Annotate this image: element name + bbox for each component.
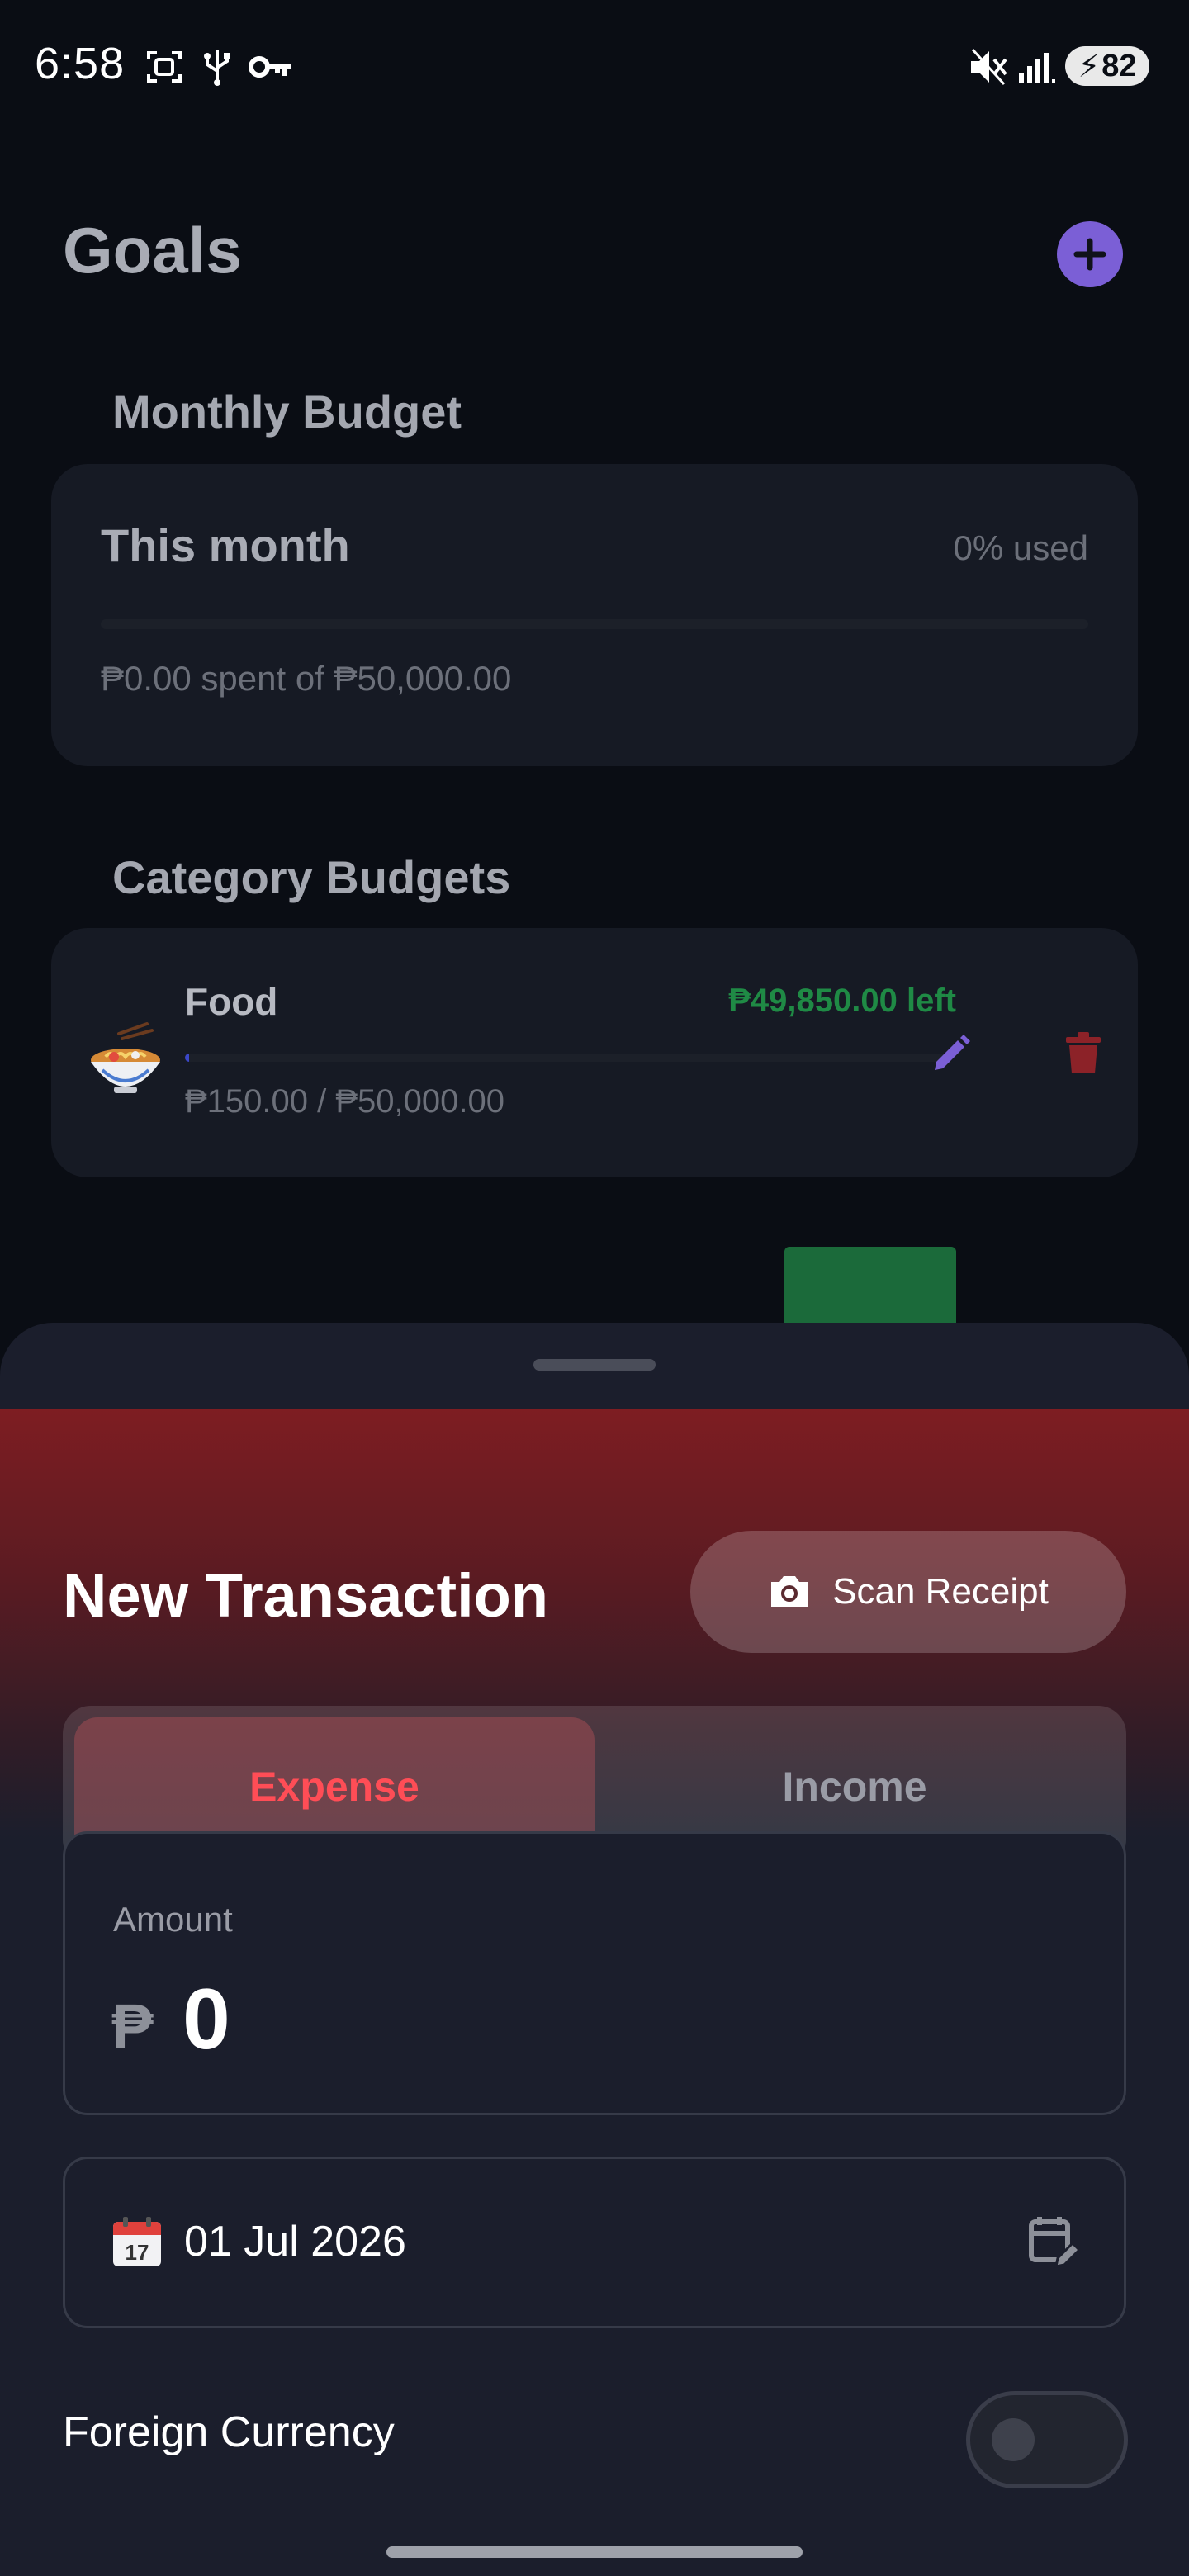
sheet-title: New Transaction: [63, 1561, 549, 1630]
monthly-budget-card[interactable]: This month 0% used ₱0.00 spent of ₱50,00…: [51, 464, 1138, 766]
monthly-budget-heading: Monthly Budget: [112, 386, 462, 438]
sheet-drag-handle[interactable]: [533, 1359, 656, 1371]
trash-icon: [1066, 1032, 1101, 1073]
date-value: 01 Jul 2026: [184, 2218, 406, 2266]
foreign-currency-switch[interactable]: [966, 2391, 1128, 2488]
new-transaction-sheet: New Transaction Scan Receipt Expense Inc…: [0, 1323, 1189, 2576]
signal-icon: [1019, 53, 1055, 83]
date-field[interactable]: 17 01 Jul 2026: [63, 2157, 1126, 2328]
home-indicator[interactable]: [386, 2546, 803, 2558]
delete-category-button[interactable]: [1057, 1027, 1110, 1080]
category-budget-item[interactable]: Food ₱49,850.00 left ₱150.00 / ₱50,000.0…: [51, 928, 1138, 1177]
scan-receipt-label: Scan Receipt: [832, 1571, 1049, 1612]
amount-input[interactable]: 0: [182, 1971, 230, 2069]
category-progress-fill: [185, 1054, 189, 1062]
scan-receipt-button[interactable]: Scan Receipt: [690, 1531, 1126, 1653]
camera-icon: [771, 1576, 808, 1607]
partially-hidden-button: [784, 1247, 956, 1329]
amount-field[interactable]: Amount ₱ 0: [63, 1831, 1126, 2115]
monthly-progress-bar: [101, 619, 1088, 629]
pencil-icon: [935, 1035, 970, 1070]
battery-indicator: ⚡ 82: [1065, 46, 1149, 86]
foreign-currency-label: Foreign Currency: [63, 2408, 395, 2456]
edit-calendar-icon[interactable]: [1026, 2214, 1082, 2270]
battery-level: 82: [1101, 48, 1137, 83]
page-title: Goals: [63, 214, 242, 286]
status-bar: 6:58 ⚡ 82: [0, 0, 1189, 124]
amount-label: Amount: [113, 1900, 233, 1939]
monthly-used-percent: 0% used: [953, 528, 1088, 567]
sheet-header: New Transaction Scan Receipt Expense Inc…: [0, 1409, 1189, 1868]
monthly-spent-text: ₱0.00 spent of ₱50,000.00: [101, 659, 512, 698]
edit-category-button[interactable]: [925, 1027, 978, 1080]
calendar-emoji-icon: 17: [113, 2217, 161, 2266]
monthly-card-title: This month: [101, 519, 350, 571]
noodle-bowl-icon: [91, 1022, 160, 1093]
category-remaining: ₱49,850.00 left: [728, 983, 956, 1019]
plus-icon: [1073, 238, 1106, 271]
screenshot-icon: [147, 51, 182, 83]
category-budgets-heading: Category Budgets: [112, 851, 511, 903]
category-name: Food: [185, 980, 278, 1023]
vpn-key-icon: [249, 56, 291, 78]
category-spent-amount: ₱150.00 / ₱50,000.00: [185, 1083, 504, 1120]
add-goal-button[interactable]: [1057, 221, 1123, 287]
category-progress-bar: [185, 1054, 948, 1062]
mute-icon: [971, 48, 1007, 86]
calendar-day: 17: [126, 2240, 149, 2265]
currency-symbol: ₱: [111, 1991, 154, 2062]
battery-charging-icon: ⚡: [1078, 49, 1101, 84]
usb-icon: [204, 50, 230, 86]
status-time: 6:58: [35, 39, 126, 88]
switch-knob: [992, 2418, 1035, 2461]
